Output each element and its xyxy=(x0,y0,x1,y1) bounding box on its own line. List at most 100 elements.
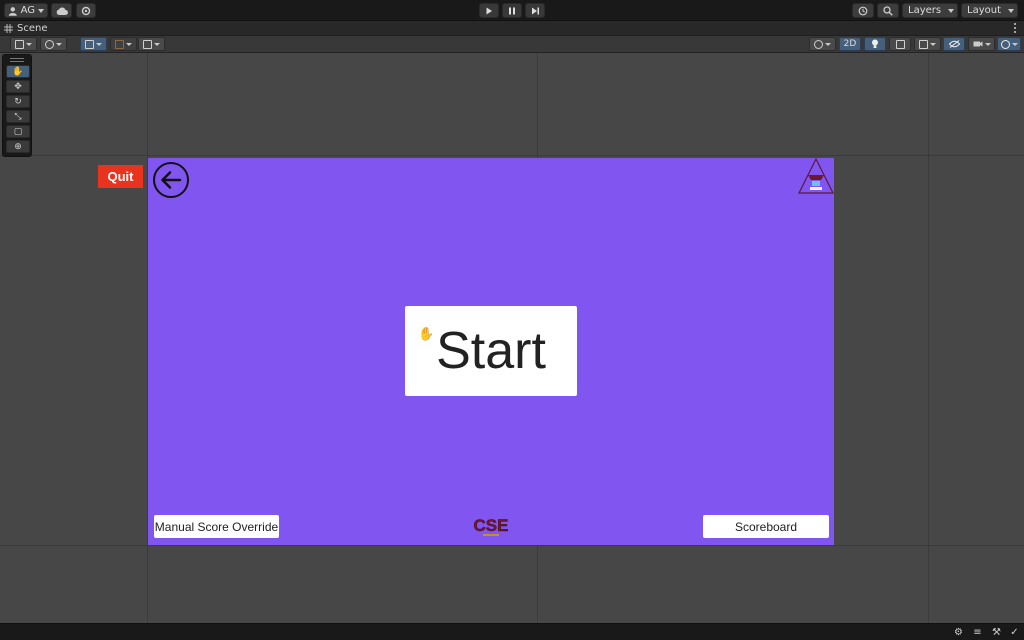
chevron-down-icon xyxy=(1008,8,1014,13)
gizmos-dropdown[interactable] xyxy=(997,37,1021,51)
gear-icon xyxy=(81,6,91,15)
game-canvas: Start ✋ Manual Score Override CSE Scoreb… xyxy=(148,158,834,545)
transform-tool[interactable]: ⊕ xyxy=(6,140,30,153)
check-icon[interactable]: ✓ xyxy=(1009,627,1020,638)
effects-dropdown[interactable] xyxy=(914,37,941,51)
start-button[interactable]: Start xyxy=(405,306,577,396)
chevron-down-icon xyxy=(825,42,831,46)
render-mode-dropdown[interactable] xyxy=(40,37,67,51)
cse-logo: CSE xyxy=(473,516,509,536)
shaded-mode-icon xyxy=(15,39,24,49)
cloud-button[interactable] xyxy=(51,3,72,18)
2d-toggle[interactable]: 2D xyxy=(839,37,861,51)
move-icon: ✥ xyxy=(14,81,22,92)
lightbulb-icon xyxy=(872,39,878,48)
chevron-down-icon xyxy=(126,42,132,46)
unity-editor-window: AG Layers Layout Scene 2D ✋ ✥ ↻ ⤡ ▢ ⊕ Qu… xyxy=(0,0,1024,640)
account-label: AG xyxy=(20,5,35,16)
grid-line xyxy=(928,53,929,623)
scene-view-toolbar: 2D xyxy=(0,36,1024,53)
chevron-down-icon xyxy=(56,42,62,46)
draw-mode-dropdown[interactable] xyxy=(10,37,37,51)
hand-cursor-icon: ✋ xyxy=(418,327,435,342)
scale-tool[interactable]: ⤡ xyxy=(6,110,30,123)
chevron-down-icon xyxy=(984,42,991,46)
tab-scene[interactable]: Scene xyxy=(4,22,48,35)
scoreboard-button[interactable]: Scoreboard xyxy=(703,515,829,538)
play-button[interactable] xyxy=(479,3,499,18)
visibility-toggle[interactable] xyxy=(943,37,965,51)
sphere-icon xyxy=(814,39,823,49)
snap-increment-dropdown[interactable] xyxy=(110,37,137,51)
scale-icon: ⤡ xyxy=(14,111,22,122)
grid-icon xyxy=(85,39,94,49)
cloud-icon xyxy=(56,7,68,15)
rotate-tool[interactable]: ↻ xyxy=(6,95,30,108)
grid-line xyxy=(0,155,1024,156)
search-button[interactable] xyxy=(877,3,899,18)
chevron-down-icon xyxy=(96,42,102,46)
grid-line xyxy=(0,545,1024,546)
cube-icon xyxy=(45,39,54,49)
snap-icon xyxy=(115,39,124,49)
cse-logo-text: CSE xyxy=(474,516,509,535)
align-icon xyxy=(143,39,152,49)
quit-button[interactable]: Quit xyxy=(98,165,143,188)
scene-tab-bar: Scene xyxy=(0,21,1024,36)
manual-score-override-button[interactable]: Manual Score Override xyxy=(154,515,279,538)
account-dropdown[interactable]: AG xyxy=(4,3,48,18)
lighting-toggle[interactable] xyxy=(864,37,886,51)
layers-dropdown[interactable]: Layers xyxy=(902,3,958,18)
chevron-down-icon xyxy=(38,8,44,13)
chevron-down-icon xyxy=(154,42,160,46)
pause-icon xyxy=(509,7,515,14)
step-icon xyxy=(531,7,539,14)
camera-mode-dropdown[interactable] xyxy=(809,37,836,51)
tool-palette: ✋ ✥ ↻ ⤡ ▢ ⊕ xyxy=(2,54,32,157)
hand-icon: ✋ xyxy=(12,66,24,77)
pause-button[interactable] xyxy=(502,3,522,18)
scene-viewport[interactable]: ✋ ✥ ↻ ⤡ ▢ ⊕ Quit Start ✋ Manual Score Ov… xyxy=(0,53,1024,623)
rotate-icon: ↻ xyxy=(14,96,22,107)
scene-grid-icon xyxy=(4,24,13,33)
hand-tool[interactable]: ✋ xyxy=(6,65,30,78)
tools-icon[interactable]: ⚒ xyxy=(991,627,1002,638)
more-options-icon[interactable] xyxy=(1012,22,1018,34)
rect-transform-icon: ▢ xyxy=(13,126,23,137)
back-button[interactable] xyxy=(153,162,189,198)
main-toolbar: AG Layers Layout xyxy=(0,0,1024,21)
search-icon xyxy=(883,5,893,16)
audio-toggle[interactable] xyxy=(889,37,911,51)
chevron-down-icon xyxy=(1011,42,1018,46)
status-bar: ⚙ ≡ ⚒ ✓ xyxy=(0,623,1024,640)
eye-off-icon xyxy=(948,40,960,48)
collab-button[interactable] xyxy=(76,3,96,18)
bug-icon[interactable]: ⚙ xyxy=(953,627,964,638)
2d-label: 2D xyxy=(843,39,857,49)
move-tool[interactable]: ✥ xyxy=(6,80,30,93)
audio-icon xyxy=(895,39,905,49)
triangle-logo-icon xyxy=(798,158,834,194)
history-icon xyxy=(858,6,868,15)
camera-settings-dropdown[interactable] xyxy=(968,37,995,51)
align-dropdown[interactable] xyxy=(138,37,165,51)
step-button[interactable] xyxy=(525,3,545,18)
drag-handle-icon[interactable] xyxy=(10,58,24,62)
grid-snap-dropdown[interactable] xyxy=(80,37,107,51)
stack-icon[interactable]: ≡ xyxy=(972,627,983,638)
camera-icon xyxy=(973,41,982,47)
effects-icon xyxy=(919,39,928,49)
chevron-down-icon xyxy=(930,42,936,46)
rect-tool[interactable]: ▢ xyxy=(6,125,30,138)
gizmo-icon xyxy=(1000,39,1010,49)
arrow-left-icon xyxy=(161,171,182,189)
layout-dropdown[interactable]: Layout xyxy=(961,3,1018,18)
transform-icon: ⊕ xyxy=(14,141,22,152)
play-icon xyxy=(486,7,492,14)
layout-label: Layout xyxy=(967,5,1001,16)
chevron-down-icon xyxy=(26,42,32,46)
tab-scene-label: Scene xyxy=(17,23,48,34)
undo-history-button[interactable] xyxy=(852,3,874,18)
account-icon xyxy=(8,6,17,16)
chevron-down-icon xyxy=(948,8,954,13)
